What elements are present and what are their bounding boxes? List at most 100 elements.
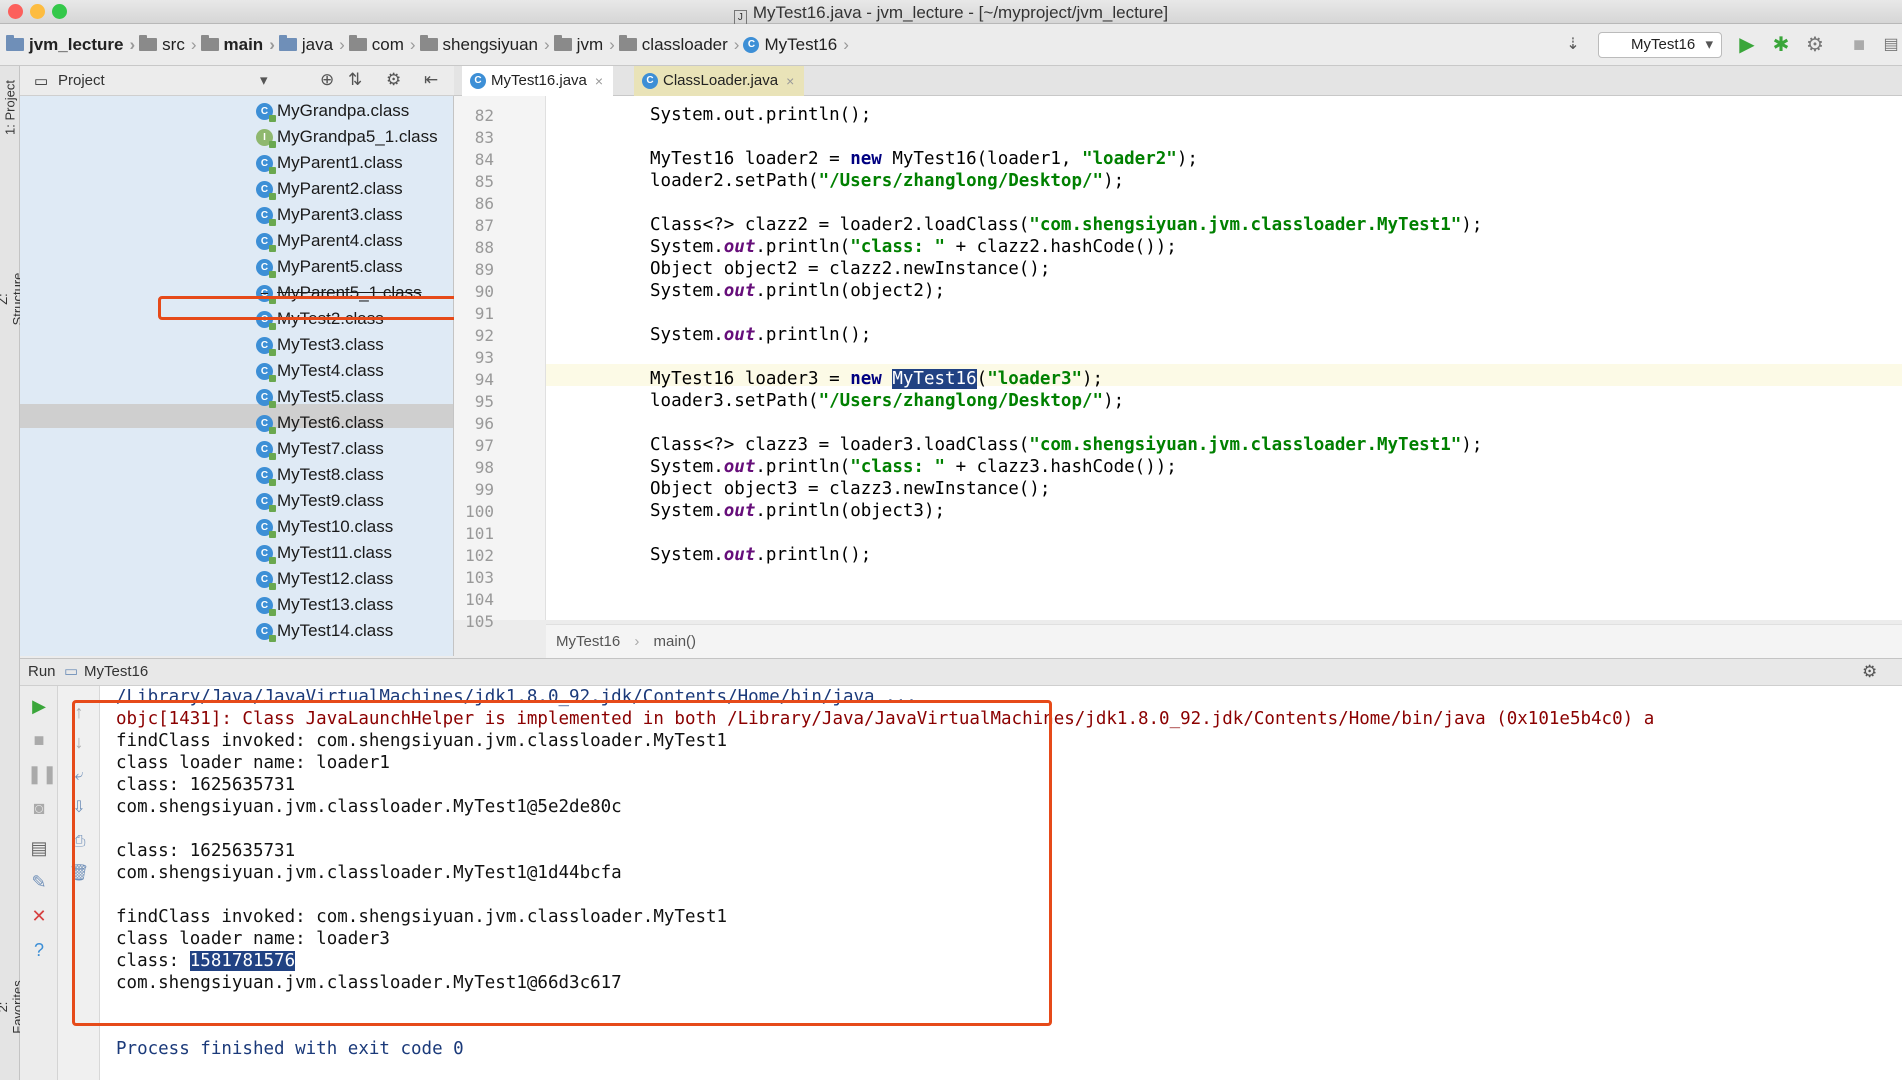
line-number: 95	[474, 392, 494, 411]
tree-item-mytest9[interactable]: C MyTest9.class	[256, 488, 384, 514]
breadcrumb-class[interactable]: MyTest16	[556, 633, 620, 650]
line-number: 97	[474, 436, 494, 455]
editor-tab-bar: C MyTest16.java × C ClassLoader.java ×	[454, 66, 1902, 96]
module-folder-icon	[6, 35, 24, 51]
tree-item-mytest4[interactable]: C MyTest4.class	[256, 358, 384, 384]
close-icon[interactable]: ✕	[27, 904, 51, 928]
breadcrumb-com[interactable]: com ›	[348, 35, 416, 55]
pin-icon[interactable]: ✎	[27, 870, 51, 894]
code-line-88: System.out.println("class: " + clazz2.ha…	[650, 237, 1177, 257]
breadcrumb-main[interactable]: main ›	[200, 35, 275, 55]
file-icon: J	[733, 10, 747, 25]
editor-breadcrumb: MyTest16 › main()	[546, 624, 1902, 658]
tree-item-mytest8[interactable]: C MyTest8.class	[256, 462, 384, 488]
pause-icon[interactable]: ❚❚	[27, 762, 57, 786]
code-line-82: System.out.println();	[650, 105, 872, 125]
breadcrumb-classloader[interactable]: classloader ›	[618, 35, 739, 55]
help-icon[interactable]: ?	[27, 938, 51, 962]
tree-item-mytest5[interactable]: C MyTest5.class	[256, 384, 384, 410]
layout-icon[interactable]: ▤	[27, 836, 51, 860]
hide-panel-icon[interactable]: ⇤	[424, 70, 438, 90]
tab-mytest16-java[interactable]: C MyTest16.java ×	[462, 66, 614, 96]
folder-icon	[200, 35, 219, 51]
line-number: 103	[465, 568, 494, 587]
code-line-90: System.out.println(object2);	[650, 281, 946, 301]
code-line-100: System.out.println(object3);	[650, 501, 946, 521]
tree-item-mytest7[interactable]: C MyTest7.class	[256, 436, 384, 462]
tree-item-myparent4[interactable]: C MyParent4.class	[256, 228, 403, 254]
breadcrumb-java[interactable]: java ›	[278, 35, 345, 55]
gear-icon[interactable]: ⚙	[1862, 659, 1877, 685]
close-icon[interactable]: ×	[595, 66, 603, 96]
debug-icon[interactable]: ✱	[1768, 32, 1794, 58]
line-number: 105	[465, 612, 494, 631]
folder-icon	[618, 35, 637, 51]
run-tab-mytest16[interactable]: MyTest16	[84, 659, 148, 685]
line-number: 91	[474, 304, 494, 323]
tree-item-mytest6[interactable]: C MyTest6.class	[256, 410, 384, 436]
build-icon[interactable]: ⇣	[1560, 32, 1586, 58]
line-number: 99	[474, 480, 494, 499]
tree-item-myparent5[interactable]: C MyParent5.class	[256, 254, 403, 280]
run-panel-header: Run ▭ MyTest16 ⚙	[20, 658, 1902, 686]
annotation-box-tree	[158, 296, 472, 320]
folder-icon	[348, 35, 367, 51]
code-line-94: MyTest16 loader3 = new MyTest16("loader3…	[650, 369, 1104, 389]
tree-item-mytest12[interactable]: C MyTest12.class	[256, 566, 393, 592]
breadcrumb-jvm[interactable]: jvm ›	[553, 35, 615, 55]
tree-item-myparent3[interactable]: C MyParent3.class	[256, 202, 403, 228]
code-editor[interactable]: System.out.println(); MyTest16 loader2 =…	[546, 96, 1902, 620]
stop-icon[interactable]: ■	[27, 728, 51, 752]
close-icon[interactable]: ×	[786, 66, 794, 96]
layout-icon[interactable]: ▤	[1878, 32, 1902, 58]
line-number: 94	[474, 370, 494, 389]
run-toolbar: ▶ ■ ❚❚ ◙ ▤ ✎ ✕ ?	[20, 686, 58, 1080]
line-number: 104	[465, 590, 494, 609]
breadcrumb-src[interactable]: src ›	[139, 35, 197, 55]
collapse-icon[interactable]: ⇅	[348, 70, 362, 90]
tab-classloader-java[interactable]: C ClassLoader.java ×	[634, 66, 805, 96]
project-tool-tab[interactable]: 1: Project	[3, 76, 18, 140]
class-file-icon: C	[256, 440, 276, 460]
project-panel-title[interactable]: Project	[58, 72, 105, 89]
folder-icon	[139, 35, 158, 51]
line-number: 101	[465, 524, 494, 543]
locate-icon[interactable]: ⊕	[320, 70, 334, 90]
camera-icon[interactable]: ◙	[27, 796, 51, 820]
class-icon: C	[642, 73, 658, 89]
tree-item-myparent2[interactable]: C MyParent2.class	[256, 176, 403, 202]
gear-icon[interactable]: ⚙	[386, 70, 401, 90]
class-file-icon: C	[256, 336, 276, 356]
rerun-icon[interactable]: ▶	[27, 694, 51, 718]
tree-item-mytest3[interactable]: C MyTest3.class	[256, 332, 384, 358]
tree-item-mygrandpa5-1[interactable]: I MyGrandpa5_1.class	[256, 124, 438, 150]
left-tool-strip: 1: Project Z: Structure 2: Favorites	[0, 66, 25, 1080]
line-number: 84	[474, 150, 494, 169]
run-config-select[interactable]: MyTest16 ▾	[1598, 32, 1722, 58]
project-panel-header: ▭ Project ▾ ⊕ ⇅ ⚙ ⇤	[20, 66, 454, 96]
code-line-95: loader3.setPath("/Users/zhanglong/Deskto…	[650, 391, 1125, 411]
code-line-87: Class<?> clazz2 = loader2.loadClass("com…	[650, 215, 1483, 235]
coverage-icon[interactable]: ⚙	[1802, 32, 1828, 58]
line-number: 102	[465, 546, 494, 565]
tree-item-mytest11[interactable]: C MyTest11.class	[256, 540, 392, 566]
run-icon[interactable]: ▶	[1734, 32, 1760, 58]
tree-item-mygrandpa[interactable]: C MyGrandpa.class	[256, 98, 409, 124]
code-line-97: Class<?> clazz3 = loader3.loadClass("com…	[650, 435, 1483, 455]
class-file-icon: C	[256, 466, 276, 486]
class-file-icon: C	[256, 388, 276, 408]
line-number: 89	[474, 260, 494, 279]
tree-item-mytest10[interactable]: C MyTest10.class	[256, 514, 393, 540]
source-folder-icon	[278, 35, 297, 51]
tree-item-mytest14[interactable]: C MyTest14.class	[256, 618, 393, 644]
class-file-icon: C	[256, 258, 276, 278]
breadcrumb-mytest16[interactable]: C MyTest16 ›	[743, 35, 849, 55]
tree-item-myparent1[interactable]: C MyParent1.class	[256, 150, 403, 176]
chevron-down-icon[interactable]: ▾	[260, 71, 268, 89]
class-file-icon: C	[256, 206, 276, 226]
breadcrumb-shengsiyuan[interactable]: shengsiyuan ›	[419, 35, 550, 55]
tree-item-mytest13[interactable]: C MyTest13.class	[256, 592, 393, 618]
breadcrumb-method[interactable]: main()	[654, 633, 697, 650]
stop-icon[interactable]: ■	[1846, 32, 1872, 58]
breadcrumb-jvm-lecture[interactable]: jvm_lecture ›	[6, 35, 135, 55]
